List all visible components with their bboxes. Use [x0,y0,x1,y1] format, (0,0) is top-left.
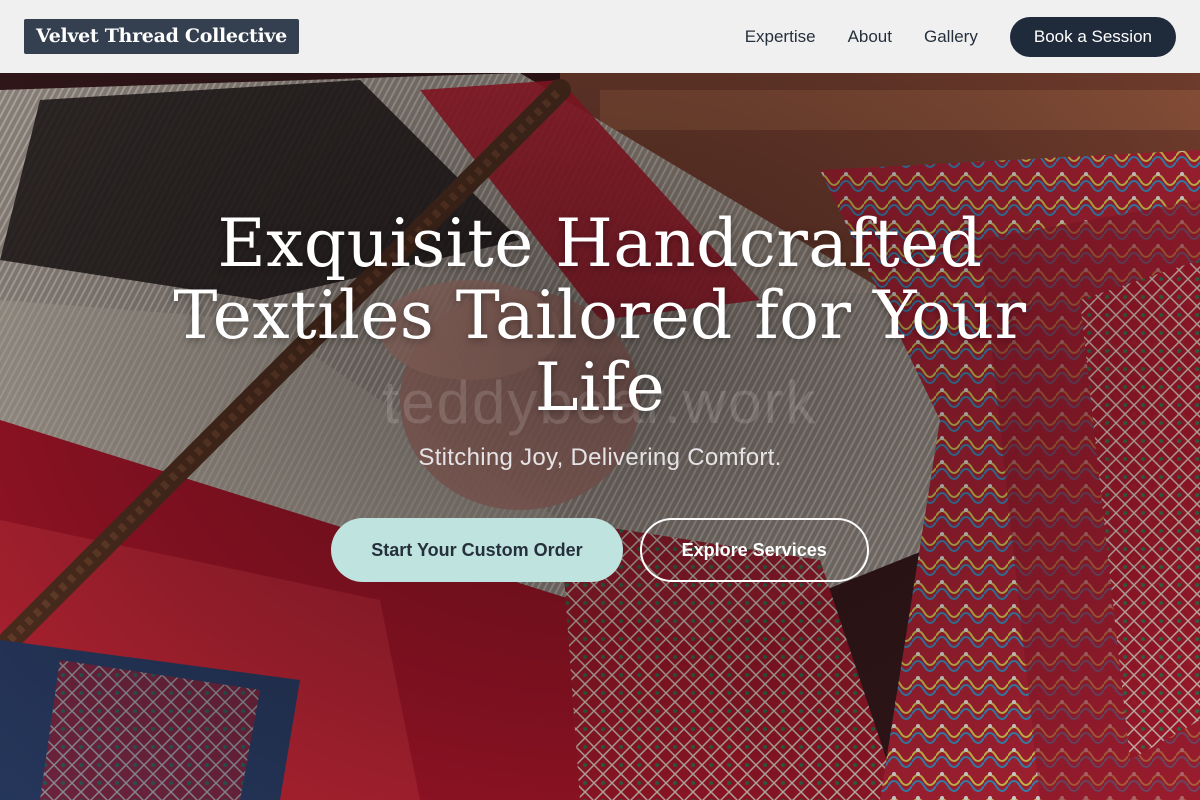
hero-section: Exquisite Handcrafted Textiles Tailored … [0,208,1200,582]
explore-services-button[interactable]: Explore Services [639,518,869,582]
start-custom-order-button[interactable]: Start Your Custom Order [331,518,623,582]
landing-page: Velvet Thread Collective Expertise About… [0,0,1200,800]
hero-button-group: Start Your Custom Order Explore Services [331,518,869,582]
nav-link-gallery[interactable]: Gallery [924,27,978,47]
book-session-button[interactable]: Book a Session [1009,16,1176,57]
site-header: Velvet Thread Collective Expertise About… [0,0,1200,73]
nav-link-about[interactable]: About [848,27,892,47]
nav-link-expertise[interactable]: Expertise [745,27,816,47]
main-nav: Expertise About Gallery Book a Session [745,16,1176,57]
brand-logo[interactable]: Velvet Thread Collective [24,19,299,54]
hero-subtitle: Stitching Joy, Delivering Comfort. [418,444,782,471]
hero-title: Exquisite Handcrafted Textiles Tailored … [173,205,1027,426]
